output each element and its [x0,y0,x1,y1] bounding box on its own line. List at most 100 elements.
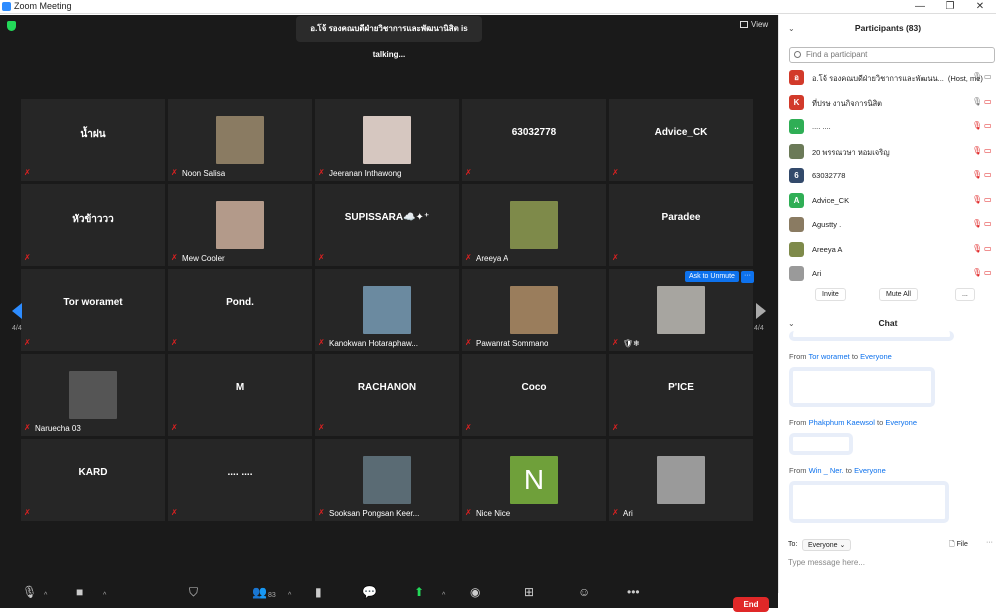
minimize-button[interactable]: — [906,0,934,14]
polls-chart-icon[interactable]: ▮ [315,585,322,599]
participant-name-text: Areeya A [812,244,843,254]
participant-video-tile[interactable]: ✗ Noon Salisa [168,99,312,181]
participant-video-tile[interactable]: ✗ Ari [609,439,753,521]
encryption-shield-icon[interactable] [7,21,16,31]
maximize-button[interactable]: ❐ [936,0,964,14]
participant-video-tile[interactable]: Paradee ✗ [609,184,753,266]
participant-video-tile[interactable]: ✗ Mew Cooler [168,184,312,266]
more-options-icon[interactable]: ••• [627,585,640,599]
participant-row[interactable]: A Advice_CK 🎙 ▭ [789,190,995,212]
participants-icon[interactable]: 👥 [252,585,267,599]
mic-status-icon[interactable]: 🎙 [972,195,982,204]
participant-video-tile[interactable]: Advice_CK ✗ [609,99,753,181]
participant-row[interactable]: 6 63032778 🎙 ▭ [789,165,995,187]
mic-status-icon[interactable]: 🎙 [972,146,982,155]
participant-row[interactable]: 20 พรรณวษา หอมเจริญ 🎙 ▭ [789,141,995,163]
recipient-dropdown[interactable]: Everyone ⌄ [802,539,852,551]
video-options-chevron-icon[interactable]: ^ [103,592,106,599]
chat-more-button[interactable]: ··· [986,539,993,546]
muted-mic-icon: ✗ [171,338,178,347]
share-screen-icon[interactable]: ⬆ [414,585,424,599]
participant-video-tile[interactable]: Pond. ✗ [168,269,312,351]
record-icon[interactable]: ◉ [470,585,480,599]
participant-row[interactable]: อ อ.โจ้ รองคณบดีฝ่ายวิชาการและพัฒนน... (Ho… [789,67,995,89]
mute-all-button[interactable]: Mute All [879,288,918,301]
reactions-icon[interactable]: ☺ [578,585,590,599]
invite-button[interactable]: Invite [815,288,846,301]
previous-page-arrow-icon[interactable] [10,301,24,321]
participant-video-tile[interactable]: หัวข้าววว ✗ [21,184,165,266]
active-speaker-banner: อ.โจ้ รองคณบดีฝ่ายวิชาการและพัฒนานิสิต i… [296,16,482,59]
participant-video-tile[interactable]: 63032778 ✗ [462,99,606,181]
participant-photo: N [510,456,558,504]
ask-to-unmute-button[interactable]: Ask to Unmute [685,271,739,282]
video-status-icon[interactable]: ▭ [984,72,992,81]
muted-mic-icon: ✗ [171,168,178,177]
chat-bubble-previous [789,331,954,341]
participant-video-tile[interactable]: ✗ Areeya A [462,184,606,266]
participant-video-tile[interactable]: P'ICE ✗ [609,354,753,436]
from-word: From [789,466,807,475]
to-word: to [845,466,852,475]
video-camera-icon[interactable]: ■ [76,585,83,599]
video-status-icon[interactable]: ▭ [984,170,992,179]
mic-status-icon[interactable]: 🎙 [972,97,982,106]
participant-video-tile[interactable]: ✗ Pawanrat Sommano [462,269,606,351]
participant-video-tile[interactable]: SUPISSARA☁️✦⁺ ✗ [315,184,459,266]
tile-more-button[interactable]: ··· [741,271,754,283]
chat-sender[interactable]: Win _ Ner. [809,466,844,475]
participant-video-tile[interactable]: ✗ Sooksan Pongsan Keer... [315,439,459,521]
participant-row[interactable]: .. .... .... 🎙 ▭ [789,116,995,138]
participant-video-tile[interactable]: .... .... ✗ [168,439,312,521]
video-status-icon[interactable]: ▭ [984,268,992,277]
chat-message-input[interactable]: Type message here... [788,558,865,567]
video-status-icon[interactable]: ▭ [984,219,992,228]
video-status-icon[interactable]: ▭ [984,195,992,204]
audio-options-chevron-icon[interactable]: ^ [44,592,47,599]
share-options-chevron-icon[interactable]: ^ [442,592,445,599]
close-button[interactable]: ✕ [966,0,994,14]
participant-video-tile[interactable]: ✗ Naruecha 03 [21,354,165,436]
avatar: .. [789,119,804,134]
to-word: to [851,352,859,361]
chat-sender[interactable]: Tor woramet [808,352,849,361]
mic-status-icon[interactable]: 🎙 [972,121,982,130]
video-status-icon[interactable]: ▭ [984,244,992,253]
participants-options-chevron-icon[interactable]: ^ [288,592,291,599]
participant-video-tile[interactable]: น้ำฝน ✗ [21,99,165,181]
window-title: Zoom Meeting [14,1,72,11]
video-status-icon[interactable]: ▭ [984,121,992,130]
next-page-arrow-icon[interactable] [754,301,768,321]
video-status-icon[interactable]: ▭ [984,146,992,155]
participant-video-tile[interactable]: ✗ Jeeranan Inthawong [315,99,459,181]
participant-row[interactable]: Agustty . 🎙 ▭ [789,214,995,236]
participant-row[interactable]: Ari 🎙 ▭ [789,263,995,285]
file-button[interactable]: 🗋 File [949,540,968,551]
video-status-icon[interactable]: ▭ [984,97,992,106]
mic-status-icon[interactable]: 🎙 [972,170,982,179]
muted-mic-icon: ✗ [465,168,472,177]
end-meeting-button[interactable]: End [733,597,769,612]
participant-video-tile[interactable]: M ✗ [168,354,312,436]
participant-video-tile[interactable]: Tor woramet ✗ [21,269,165,351]
mic-status-icon[interactable]: 🎙 [972,268,982,277]
participants-more-button[interactable]: ... [955,288,975,301]
mic-status-icon[interactable]: 🎙 [972,219,982,228]
participant-video-tile[interactable]: ✗ Kanokwan Hotaraphaw... [315,269,459,351]
participant-video-tile[interactable]: RACHANON ✗ [315,354,459,436]
mic-status-icon[interactable]: 🎙 [972,72,982,81]
participant-video-tile[interactable]: Coco ✗ [462,354,606,436]
breakout-rooms-icon[interactable]: ⊞ [524,585,534,599]
participant-row[interactable]: Areeya A 🎙 ▭ [789,239,995,261]
participant-row[interactable]: K ที่ปรษ งานกิจการนิสิต 🎙 ▭ [789,92,995,114]
mic-status-icon[interactable]: 🎙 [972,244,982,253]
participant-video-tile[interactable]: KARD ✗ [21,439,165,521]
muted-mic-icon: ✗ [318,168,325,177]
microphone-muted-icon[interactable]: 🎙 [22,585,37,599]
participant-search-input[interactable]: Find a participant [789,47,995,63]
chat-sender[interactable]: Phakphum Kaewsol [809,418,875,427]
view-button[interactable]: View [740,20,768,29]
participant-photo [216,201,264,249]
participant-video-tile[interactable]: N ✗ Nice Nice [462,439,606,521]
chat-bubble-icon[interactable]: 💬 [362,585,377,599]
